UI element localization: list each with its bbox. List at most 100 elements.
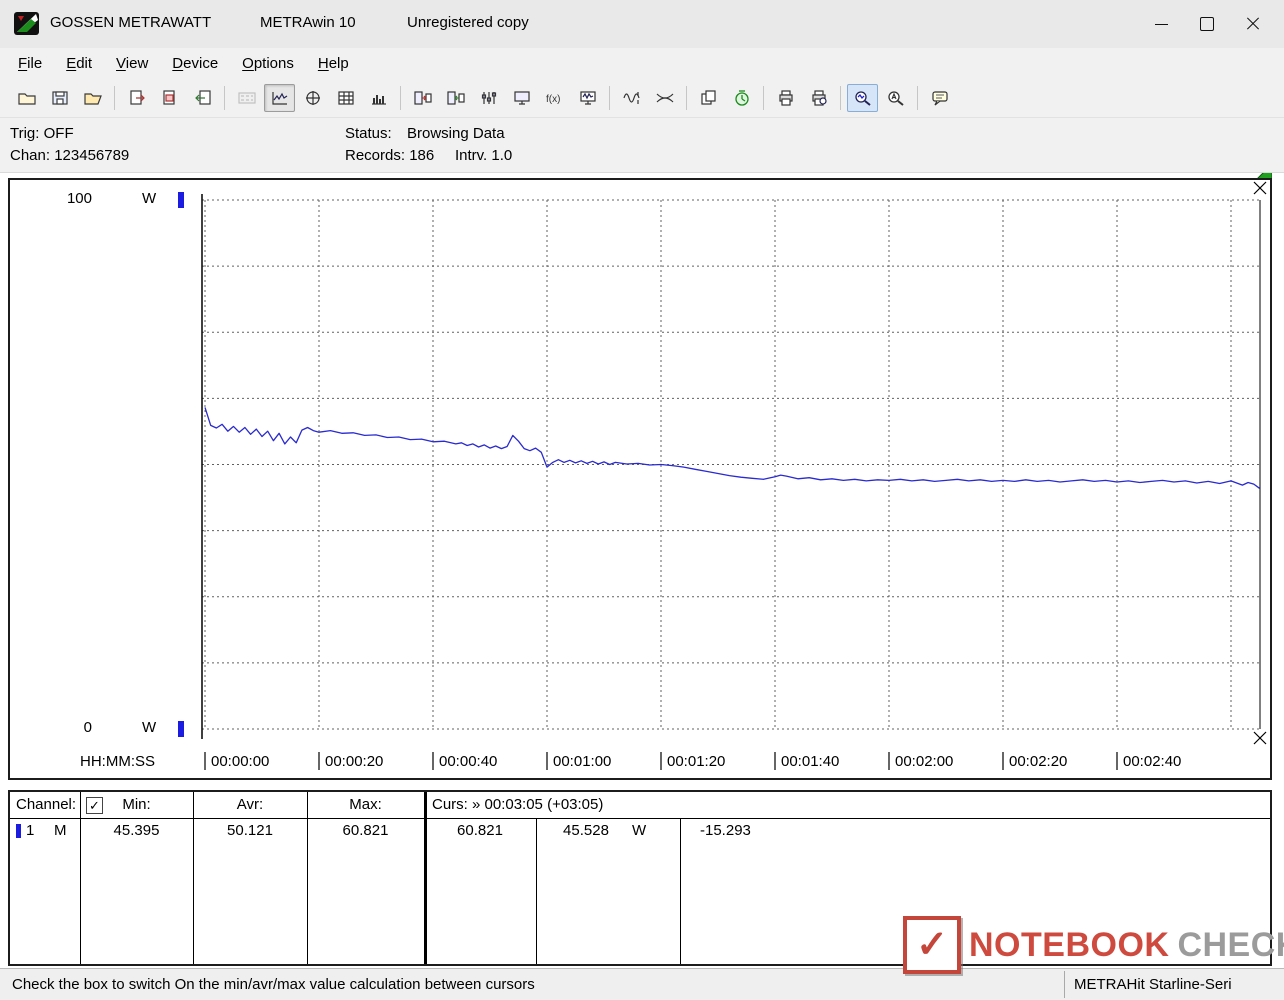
- histogram-view-button[interactable]: [363, 84, 394, 112]
- menu-edit[interactable]: Edit: [54, 52, 104, 75]
- file-open-button[interactable]: [11, 84, 42, 112]
- trigger-status: Trig: OFF: [10, 125, 74, 142]
- x-axis-label: HH:MM:SS: [80, 753, 155, 770]
- monitor-view-icon: [513, 90, 530, 105]
- tooltip-help-icon: [931, 90, 948, 105]
- x-tick-label: 00:02:40: [1123, 753, 1182, 770]
- zoom-curve-button[interactable]: [847, 83, 878, 112]
- y-axis-unit-bottom: W: [142, 719, 157, 736]
- channel-settings-button[interactable]: [473, 84, 504, 112]
- export-data-icon: [129, 89, 145, 105]
- zoom-text-icon: [887, 90, 904, 106]
- y-axis-max-label: 100: [66, 190, 92, 207]
- y-axis-min-label: 0: [83, 719, 92, 736]
- x-tick-label: 00:01:40: [781, 753, 840, 770]
- x-tick-label: 00:00:40: [439, 753, 498, 770]
- cursor2-unit: W: [632, 822, 647, 839]
- print-preview-button[interactable]: [803, 84, 834, 112]
- zoom-text-button[interactable]: [880, 84, 911, 112]
- live-monitor-icon: [579, 90, 596, 105]
- plot-svg[interactable]: [10, 180, 1270, 778]
- x-tick-label: 00:00:20: [325, 753, 384, 770]
- zoom-curve-icon: [854, 90, 871, 106]
- app-logo-icon[interactable]: [14, 10, 41, 37]
- export-data-button[interactable]: [121, 84, 152, 112]
- trend-view-icon: [271, 91, 287, 105]
- interval-value: Intrv. 1.0: [455, 147, 513, 164]
- x-tick-label: 00:02:00: [895, 753, 954, 770]
- scope-view-button[interactable]: [297, 84, 328, 112]
- menu-file[interactable]: File: [6, 52, 54, 75]
- print-button[interactable]: [770, 84, 801, 112]
- title-app-name: METRAwin 10: [260, 14, 356, 31]
- wave-envelope-button[interactable]: [649, 84, 680, 112]
- wave-envelope-icon: [656, 93, 673, 102]
- toolbar-separator: [114, 85, 115, 110]
- copy-clipboard-icon: [700, 89, 716, 105]
- watermark-text-check: CHECK: [1177, 925, 1284, 964]
- file-save-button[interactable]: [44, 84, 75, 112]
- save-icon: [51, 90, 68, 105]
- x-tick-label: 00:01:00: [553, 753, 612, 770]
- title-brand: GOSSEN METRAWATT: [50, 14, 212, 31]
- notebookcheck-watermark: ✓ NOTEBOOKCHECK: [903, 916, 1284, 974]
- device-read-button[interactable]: [407, 84, 438, 112]
- menu-view[interactable]: View: [104, 52, 160, 75]
- toolbar-separator: [686, 85, 687, 110]
- monitor-view-button[interactable]: [506, 84, 537, 112]
- trend-view-button[interactable]: [264, 83, 295, 112]
- wave-compress-button[interactable]: [616, 84, 647, 112]
- toolbar: f(x): [0, 78, 1284, 193]
- timer-record-icon: [734, 89, 749, 106]
- minimize-button[interactable]: [1138, 7, 1184, 41]
- menu-device[interactable]: Device: [160, 52, 230, 75]
- close-button[interactable]: [1230, 7, 1276, 41]
- folder-open-button[interactable]: [77, 84, 108, 112]
- cursor2-value: 45.528: [563, 822, 609, 839]
- folder-open-icon: [83, 92, 102, 105]
- menu-help[interactable]: Help: [306, 52, 361, 75]
- print-icon: [778, 89, 793, 106]
- title-bar: GOSSEN METRAWATT METRAwin 10 Unregistere…: [0, 0, 1284, 48]
- toolbar-separator: [840, 85, 841, 110]
- snapshot-button[interactable]: [154, 84, 185, 112]
- max-header: Max:: [349, 796, 382, 813]
- tooltip-help-button[interactable]: [924, 84, 955, 112]
- statusbar-divider: [1064, 971, 1065, 998]
- watermark-text-notebook: NOTEBOOK: [969, 925, 1170, 964]
- file-open-icon: [17, 92, 36, 105]
- channel-number: 1: [26, 822, 35, 839]
- send-data-icon: [194, 89, 211, 105]
- chart-area: 100 W 0 W HH:MM:SS 00:00:00 00:00:20 00:…: [8, 178, 1272, 780]
- minimize-icon: [1154, 23, 1168, 25]
- maximize-button[interactable]: [1184, 7, 1230, 41]
- min-value: 45.395: [113, 822, 160, 839]
- records-count: Records: 186: [345, 147, 435, 164]
- status-label: Status:: [345, 125, 392, 142]
- formula-view-icon: f(x): [546, 94, 560, 105]
- notebookcheck-logo-icon: ✓: [903, 916, 961, 974]
- formula-view-button[interactable]: f(x): [539, 84, 570, 112]
- copy-clipboard-button[interactable]: [693, 84, 724, 112]
- device-write-button[interactable]: [440, 84, 471, 112]
- statusbar-hint: Check the box to switch On the min/avr/m…: [12, 976, 535, 993]
- table-view-icon: [337, 90, 354, 105]
- menu-options[interactable]: Options: [230, 52, 306, 75]
- timer-record-button[interactable]: [726, 84, 757, 112]
- channel-mode: M: [54, 822, 67, 839]
- table-column-line: [536, 818, 537, 964]
- numeric-view-button[interactable]: [231, 84, 262, 112]
- table-view-button[interactable]: [330, 84, 361, 112]
- send-data-button[interactable]: [187, 84, 218, 112]
- menu-bar: File Edit View Device Options Help: [0, 48, 1284, 78]
- maximize-icon: [1200, 17, 1214, 31]
- channel-settings-icon: [481, 91, 496, 104]
- scope-view-icon: [305, 90, 320, 105]
- live-monitor-button[interactable]: [572, 84, 603, 112]
- channel-status: Chan: 123456789: [10, 147, 130, 164]
- channel-header: Channel:: [16, 796, 77, 813]
- window-controls: [1138, 0, 1276, 48]
- status-value: Browsing Data: [407, 125, 505, 142]
- toolbar-separator: [917, 85, 918, 110]
- numeric-view-icon: [237, 91, 256, 104]
